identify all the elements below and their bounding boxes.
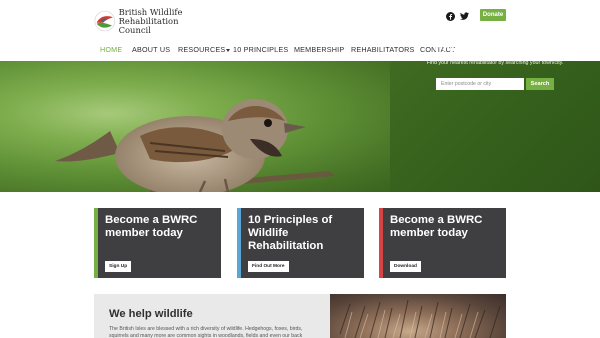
nav-item-resources-label: RESOURCES [178, 45, 226, 54]
hero-subtitle: Find your nearest rehabilitator by searc… [426, 60, 564, 66]
site-logo[interactable]: British Wildlife Rehabilitation Council [94, 7, 204, 35]
sign-up-button[interactable]: Sign Up [105, 261, 132, 272]
download-button[interactable]: Download [390, 261, 421, 272]
facebook-link[interactable] [444, 10, 456, 22]
logo-line-2: Rehabilitation Council [118, 15, 179, 35]
donate-button[interactable]: Donate [480, 9, 506, 21]
card-accent-bar [379, 208, 383, 278]
card-accent-bar [237, 208, 241, 278]
card-title: Become a BWRC member today [105, 214, 198, 239]
nav-item-membership[interactable]: MEMBERSHIP [294, 45, 344, 54]
nav-item-about-us[interactable]: ABOUT US [132, 45, 170, 54]
nav-item-home[interactable]: HOME [100, 45, 122, 54]
postcode-search-input[interactable]: Enter postcode or city [436, 78, 524, 90]
hero-title: Find a rehabilitator [434, 39, 556, 54]
sparrow-illustration [55, 99, 335, 192]
card-accent-bar [94, 208, 98, 278]
logo-text: British Wildlife Rehabilitation Council [118, 7, 204, 35]
card-download: Become a BWRC member today Download [379, 208, 506, 278]
chevron-down-icon [226, 48, 231, 52]
nav-item-resources[interactable]: RESOURCES [178, 45, 231, 54]
twitter-link[interactable] [458, 10, 470, 22]
section-text: The British Isles are blessed with a ric… [109, 326, 303, 338]
we-help-wildlife-section: We help wildlife The British Isles are b… [94, 294, 330, 338]
bwrc-logo-icon [94, 10, 115, 32]
section-title: We help wildlife [109, 308, 193, 320]
site-header: British Wildlife Rehabilitation Council … [0, 0, 600, 38]
hero-sparrow-image [0, 61, 390, 192]
hedgehog-image [330, 294, 506, 338]
hedgehog-illustration [339, 299, 501, 338]
card-principles: 10 Principles of Wildlife Rehabilitation… [237, 208, 364, 278]
card-title: 10 Principles of Wildlife Rehabilitation [248, 214, 333, 252]
twitter-icon [459, 12, 469, 20]
nav-item-10-principles[interactable]: 10 PRINCIPLES [233, 45, 288, 54]
search-button[interactable]: Search [526, 78, 554, 90]
search-placeholder: Enter postcode or city [441, 81, 492, 87]
card-membership: Become a BWRC member today Sign Up [94, 208, 221, 278]
facebook-icon [445, 11, 455, 21]
card-title: Become a BWRC member today [390, 214, 483, 239]
find-out-more-button[interactable]: Find Out More [248, 261, 289, 272]
